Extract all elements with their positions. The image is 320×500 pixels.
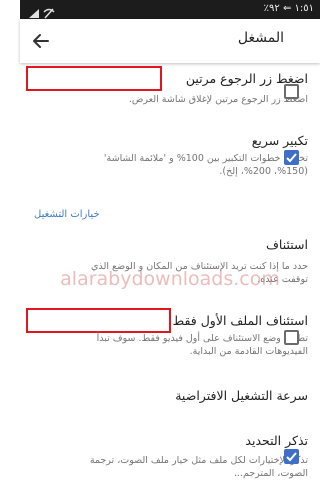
- app-toolbar: المشغل: [20, 19, 320, 63]
- check-icon: [286, 452, 297, 462]
- checkbox-remember-selection[interactable]: [284, 449, 299, 464]
- section-header-playback-options: خيارات التشغيل: [34, 209, 100, 220]
- setting-subtitle-double-back: اضغط زر الرجوع مرتين لإغلاق شاشة العرض.: [128, 94, 308, 105]
- checkbox-quick-zoom[interactable]: [284, 150, 299, 165]
- page-title: المشغل: [237, 30, 284, 46]
- back-arrow-icon[interactable]: [30, 30, 52, 52]
- setting-title-resume: استئناف: [265, 237, 308, 252]
- setting-subtitle-remember-selection: تذكر الإختيارات لكل ملف مثل خيار ملف الص…: [89, 455, 308, 479]
- checkbox-resume-first[interactable]: [284, 330, 299, 345]
- status-text: ١:٥١ ⇐ ٩٢٪: [263, 3, 314, 14]
- setting-title-resume-first: استئناف الملف الأول فقط: [172, 313, 308, 328]
- setting-title-quick-zoom: تكبير سريع: [251, 133, 308, 148]
- status-bar: ١:٥١ ⇐ ٩٢٪: [20, 0, 320, 19]
- checkbox-double-back[interactable]: [284, 84, 299, 99]
- highlight-box-double-back: [26, 66, 162, 91]
- setting-subtitle-quick-zoom: تخطي خطوات التكبير بين 100% و 'ملائمة ال…: [103, 153, 308, 177]
- watermark-text: alarabydownloads.com: [60, 268, 280, 290]
- highlight-box-resume-first: [26, 308, 171, 333]
- setting-subtitle-resume-first: تطبيق وضع الاستئناف على أول فيديو فقط. س…: [96, 333, 308, 357]
- setting-title-default-speed[interactable]: سرعة التشغيل الافتراضية: [175, 388, 308, 403]
- setting-title-remember-selection: تذكر التحديد: [245, 433, 308, 448]
- check-icon: [286, 153, 297, 163]
